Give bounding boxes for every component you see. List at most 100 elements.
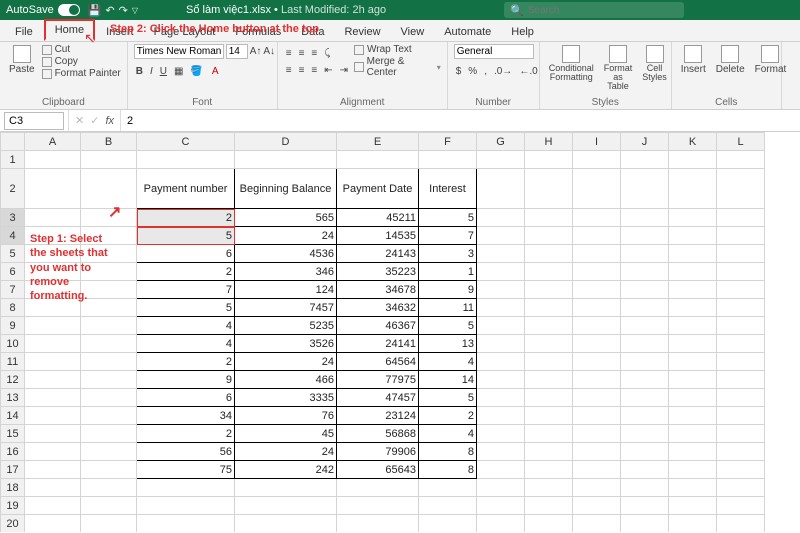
cell-F19[interactable] — [419, 497, 477, 515]
cell-K9[interactable] — [669, 317, 717, 335]
cell-A3[interactable] — [25, 209, 81, 227]
cell-C19[interactable] — [137, 497, 235, 515]
tab-review[interactable]: Review — [335, 23, 389, 41]
row-header-5[interactable]: 5 — [1, 245, 25, 263]
col-header-C[interactable]: C — [137, 133, 235, 151]
cell-C18[interactable] — [137, 479, 235, 497]
cell-H15[interactable] — [525, 425, 573, 443]
row-header-10[interactable]: 10 — [1, 335, 25, 353]
cell-H8[interactable] — [525, 299, 573, 317]
cell-E6[interactable]: 35223 — [337, 263, 419, 281]
cell-I4[interactable] — [573, 227, 621, 245]
qat-dropdown-icon[interactable]: ▽ — [132, 6, 138, 15]
cell-C5[interactable]: 6 — [137, 245, 235, 263]
format-cells-button[interactable]: Format — [752, 44, 790, 76]
cell-C1[interactable] — [137, 151, 235, 169]
cell-F5[interactable]: 3 — [419, 245, 477, 263]
align-bottom-icon[interactable]: ≡ — [309, 47, 319, 60]
cell-D14[interactable]: 76 — [235, 407, 337, 425]
underline-button[interactable]: U — [158, 65, 169, 78]
cell-G20[interactable] — [477, 515, 525, 533]
cell-F18[interactable] — [419, 479, 477, 497]
cell-K11[interactable] — [669, 353, 717, 371]
spreadsheet-grid[interactable]: ABCDEFGHIJKL 12Payment numberBeginning B… — [0, 132, 800, 532]
cell-A14[interactable] — [25, 407, 81, 425]
cell-I9[interactable] — [573, 317, 621, 335]
col-header-H[interactable]: H — [525, 133, 573, 151]
cell-B12[interactable] — [81, 371, 137, 389]
italic-button[interactable]: I — [148, 65, 155, 78]
format-as-table-button[interactable]: Format as Table — [601, 44, 636, 92]
cell-K15[interactable] — [669, 425, 717, 443]
cell-K3[interactable] — [669, 209, 717, 227]
cell-L5[interactable] — [717, 245, 765, 263]
cell-G14[interactable] — [477, 407, 525, 425]
cell-G2[interactable] — [477, 169, 525, 209]
cell-K16[interactable] — [669, 443, 717, 461]
tab-help[interactable]: Help — [502, 23, 543, 41]
cell-D9[interactable]: 5235 — [235, 317, 337, 335]
cell-A18[interactable] — [25, 479, 81, 497]
cell-B14[interactable] — [81, 407, 137, 425]
cell-G10[interactable] — [477, 335, 525, 353]
align-top-icon[interactable]: ≡ — [284, 47, 294, 60]
cell-J4[interactable] — [621, 227, 669, 245]
indent-inc-icon[interactable]: ⇥ — [338, 64, 350, 77]
cell-L3[interactable] — [717, 209, 765, 227]
row-header-18[interactable]: 18 — [1, 479, 25, 497]
cell-E16[interactable]: 79906 — [337, 443, 419, 461]
cell-E8[interactable]: 34632 — [337, 299, 419, 317]
cell-E11[interactable]: 64564 — [337, 353, 419, 371]
cell-C9[interactable]: 4 — [137, 317, 235, 335]
cell-K8[interactable] — [669, 299, 717, 317]
cell-styles-button[interactable]: Cell Styles — [639, 44, 670, 83]
cell-I15[interactable] — [573, 425, 621, 443]
select-all-corner[interactable] — [1, 133, 25, 151]
cell-E9[interactable]: 46367 — [337, 317, 419, 335]
cell-E1[interactable] — [337, 151, 419, 169]
cell-C12[interactable]: 9 — [137, 371, 235, 389]
cell-A12[interactable] — [25, 371, 81, 389]
inc-decimal-icon[interactable]: .0→ — [492, 65, 514, 78]
cell-H9[interactable] — [525, 317, 573, 335]
cell-F16[interactable]: 8 — [419, 443, 477, 461]
cell-L9[interactable] — [717, 317, 765, 335]
cell-D1[interactable] — [235, 151, 337, 169]
cell-C16[interactable]: 56 — [137, 443, 235, 461]
col-header-E[interactable]: E — [337, 133, 419, 151]
cell-K14[interactable] — [669, 407, 717, 425]
cell-J16[interactable] — [621, 443, 669, 461]
paste-button[interactable]: Paste — [6, 44, 38, 76]
cell-L8[interactable] — [717, 299, 765, 317]
cell-K10[interactable] — [669, 335, 717, 353]
cell-B11[interactable] — [81, 353, 137, 371]
col-header-L[interactable]: L — [717, 133, 765, 151]
cell-D19[interactable] — [235, 497, 337, 515]
cell-G4[interactable] — [477, 227, 525, 245]
cell-A9[interactable] — [25, 317, 81, 335]
cut-button[interactable]: Cut — [42, 44, 121, 55]
cell-E5[interactable]: 24143 — [337, 245, 419, 263]
cell-D4[interactable]: 24 — [235, 227, 337, 245]
cell-G8[interactable] — [477, 299, 525, 317]
redo-icon[interactable]: ↷ — [119, 4, 128, 17]
row-header-15[interactable]: 15 — [1, 425, 25, 443]
cell-H3[interactable] — [525, 209, 573, 227]
cell-G5[interactable] — [477, 245, 525, 263]
cell-B16[interactable] — [81, 443, 137, 461]
cell-B1[interactable] — [81, 151, 137, 169]
cell-L19[interactable] — [717, 497, 765, 515]
cell-K17[interactable] — [669, 461, 717, 479]
row-header-7[interactable]: 7 — [1, 281, 25, 299]
row-header-20[interactable]: 20 — [1, 515, 25, 533]
cell-D6[interactable]: 346 — [235, 263, 337, 281]
cell-D20[interactable] — [235, 515, 337, 533]
cell-K20[interactable] — [669, 515, 717, 533]
cell-L11[interactable] — [717, 353, 765, 371]
conditional-formatting-button[interactable]: Conditional Formatting — [546, 44, 597, 83]
cell-J18[interactable] — [621, 479, 669, 497]
cell-D8[interactable]: 7457 — [235, 299, 337, 317]
bold-button[interactable]: B — [134, 65, 145, 78]
cell-D13[interactable]: 3335 — [235, 389, 337, 407]
row-header-3[interactable]: 3 — [1, 209, 25, 227]
